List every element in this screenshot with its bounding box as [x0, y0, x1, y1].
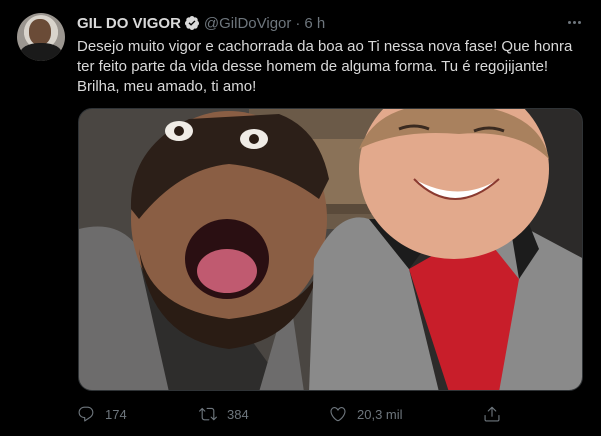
share-button[interactable]: [483, 403, 501, 425]
selfie-illustration: [79, 109, 582, 390]
retweet-count: 384: [227, 406, 249, 422]
tweet-text-line: ter feito parte da vida desse homem de a…: [77, 58, 549, 75]
tweet-actions: 174 384 20,3 mil: [77, 403, 507, 425]
reply-button[interactable]: 174: [77, 403, 127, 425]
more-dot: [577, 20, 581, 24]
like-count: 20,3 mil: [357, 406, 403, 422]
avatar-body: [20, 43, 62, 61]
reply-icon: [78, 406, 94, 422]
handle[interactable]: @GilDoVigor: [204, 15, 291, 32]
tweet-photo[interactable]: [78, 108, 583, 391]
like-button[interactable]: 20,3 mil: [329, 403, 403, 425]
avatar[interactable]: [17, 13, 65, 61]
reply-count: 174: [105, 406, 127, 422]
more-dot: [572, 20, 576, 24]
display-name[interactable]: GIL DO VIGOR: [77, 15, 181, 32]
tweet-text-line: Desejo muito vigor e cachorrada da boa a…: [77, 38, 573, 55]
timestamp[interactable]: 6 h: [304, 15, 325, 32]
separator-dot: ·: [295, 14, 301, 32]
avatar-face: [29, 19, 51, 45]
retweet-button[interactable]: 384: [199, 403, 249, 425]
tweet-text-line: Brilha, meu amado, ti amo!: [77, 78, 257, 95]
verified-badge-icon: [184, 16, 199, 30]
tweet-text: Desejo muito vigor e cachorrada da boa a…: [77, 37, 582, 97]
tweet-header: GIL DO VIGOR @GilDoVigor · 6 h: [77, 14, 325, 32]
more-dot: [567, 20, 571, 24]
tweet[interactable]: GIL DO VIGOR @GilDoVigor · 6 h Desejo mu…: [0, 0, 601, 436]
retweet-icon: [199, 407, 217, 421]
share-icon: [484, 406, 500, 422]
more-horizontal-icon[interactable]: [564, 14, 584, 30]
heart-icon: [330, 407, 346, 422]
